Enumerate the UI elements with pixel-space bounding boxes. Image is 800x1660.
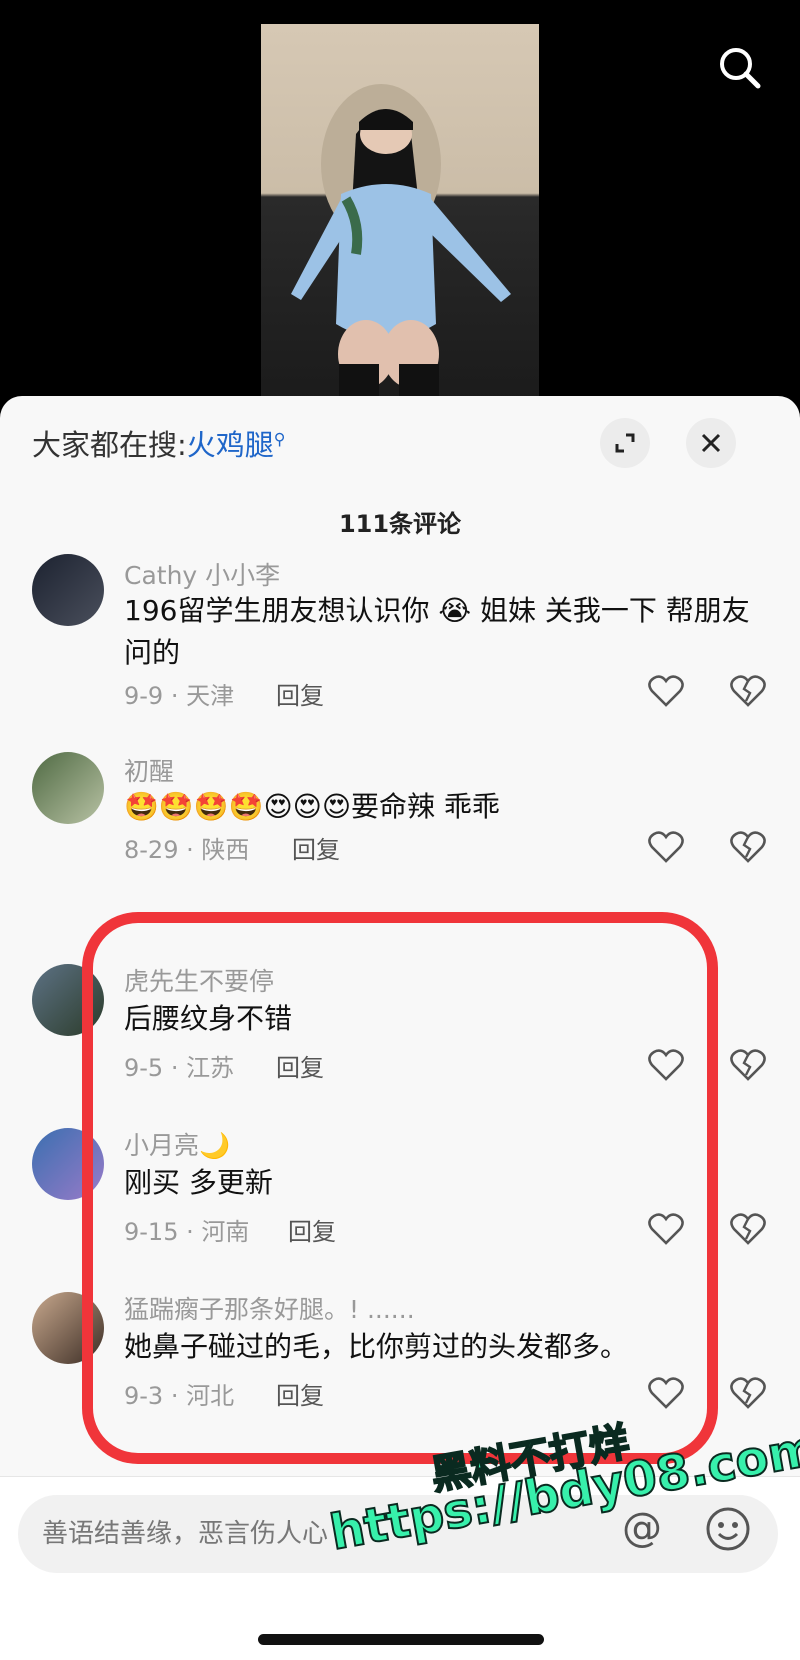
heart-icon[interactable]	[648, 674, 684, 708]
everyone-searching[interactable]: 大家都在搜:火鸡腿⚲	[32, 422, 286, 464]
video-thumbnail[interactable]	[261, 24, 539, 400]
comment-username[interactable]: Cathy 小小李	[124, 556, 280, 592]
comment-username[interactable]: 初醒	[124, 752, 174, 788]
reply-button[interactable]: 回复	[276, 676, 324, 711]
comment-text: 196留学生朋友想认识你 😭 姐妹 关我一下 帮朋友问的	[124, 594, 750, 669]
comment-date-location: 8-29 · 陕西	[124, 836, 250, 864]
everyone-searching-label: 大家都在搜:	[32, 428, 187, 462]
broken-heart-icon[interactable]	[730, 674, 766, 708]
mention-button[interactable]: @	[622, 1505, 662, 1551]
comment-date-location: 9-9 · 天津	[124, 682, 235, 710]
video-area[interactable]	[0, 0, 800, 400]
everyone-searching-keyword[interactable]: 火鸡腿	[187, 428, 274, 462]
small-search-icon: ⚲	[273, 429, 286, 449]
broken-heart-icon[interactable]	[730, 1376, 766, 1410]
home-indicator[interactable]	[258, 1634, 544, 1645]
emoji-icon[interactable]	[704, 1505, 752, 1553]
close-button[interactable]	[686, 418, 736, 468]
red-highlight-box	[82, 912, 718, 1464]
broken-heart-icon[interactable]	[730, 1212, 766, 1246]
avatar[interactable]	[32, 554, 104, 626]
comment-text: 🤩🤩🤩🤩😍😍😍要命辣 乖乖	[124, 790, 500, 823]
close-icon	[701, 433, 721, 453]
top-search-button[interactable]	[712, 40, 768, 96]
avatar[interactable]	[32, 752, 104, 824]
broken-heart-icon[interactable]	[730, 830, 766, 864]
heart-icon[interactable]	[648, 830, 684, 864]
broken-heart-icon[interactable]	[730, 1048, 766, 1082]
reply-button[interactable]: 回复	[292, 830, 340, 865]
search-icon	[720, 48, 761, 89]
video-figure-image	[291, 84, 511, 400]
expand-icon	[615, 433, 635, 453]
comment-count: 111条评论	[338, 510, 462, 538]
expand-button[interactable]	[600, 418, 650, 468]
